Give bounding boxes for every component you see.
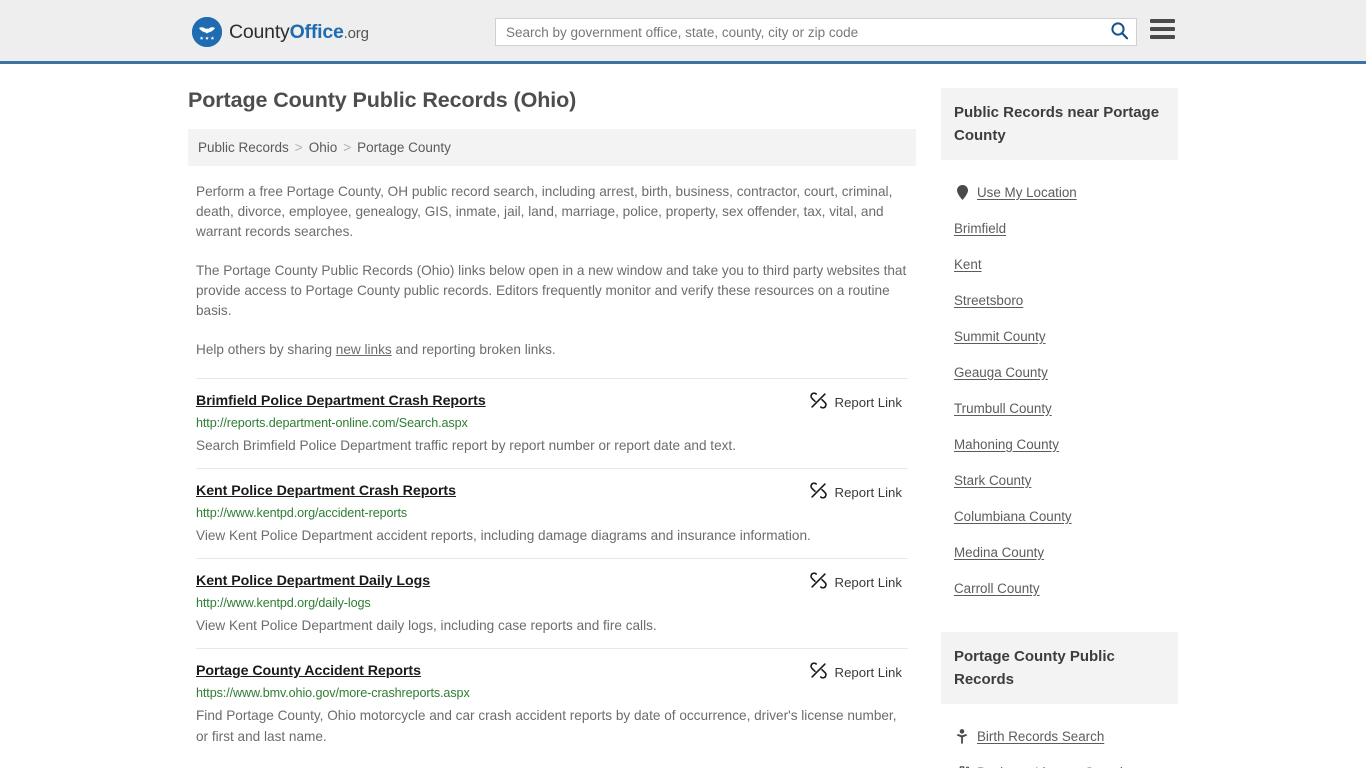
intro-3-prefix: Help others by sharing: [196, 342, 336, 357]
site-logo-link[interactable]: CountyOffice.org: [192, 17, 369, 47]
sidebar-records-link[interactable]: Business License Search: [977, 765, 1127, 768]
sidebar-records-list: Birth Records Search Business License Sea…: [941, 718, 1178, 768]
search-button[interactable]: [1102, 19, 1136, 45]
broken-link-icon: [809, 392, 827, 412]
content-wrapper: Portage County Public Records (Ohio) Pub…: [188, 64, 1178, 768]
result-url: http://www.kentpd.org/accident-reports: [196, 506, 408, 520]
sidebar-card-records: Portage County Public Records Birth Reco…: [941, 632, 1178, 768]
report-link-button[interactable]: Report Link: [809, 572, 902, 592]
sidebar-nearby-link[interactable]: Stark County: [954, 473, 1031, 488]
sidebar-nearby-item: Brimfield: [941, 210, 1178, 246]
sidebar-nearby-link[interactable]: Columbiana County: [954, 509, 1072, 524]
result-url: http://www.kentpd.org/daily-logs: [196, 596, 371, 610]
sidebar-nearby-item: Kent: [941, 246, 1178, 282]
sidebar-nearby-list: Use My Location Brimfield Kent Streetsboro S…: [941, 174, 1178, 606]
search-icon: [1110, 21, 1129, 43]
sidebar-nearby-item: Mahoning County: [941, 426, 1178, 462]
report-link-label: Report Link: [834, 574, 902, 590]
broken-link-icon: [809, 482, 827, 502]
results-list: Brimfield Police Department Crash Report…: [188, 378, 908, 759]
breadcrumb-item-ohio[interactable]: Ohio: [309, 140, 338, 155]
search-bar[interactable]: [495, 18, 1137, 46]
search-input[interactable]: [496, 19, 1102, 45]
sidebar-nearby-link[interactable]: Geauga County: [954, 365, 1048, 380]
result-item: Kent Police Department Crash Reports Repo…: [196, 468, 908, 558]
main-column: Portage County Public Records (Ohio) Pub…: [188, 64, 916, 759]
sidebar-nearby-item: Columbiana County: [941, 498, 1178, 534]
hamburger-bar: [1150, 35, 1175, 39]
result-description: Search Brimfield Police Department traff…: [196, 438, 736, 453]
intro-paragraph-1: Perform a free Portage County, OH public…: [196, 184, 893, 239]
sidebar-heading-nearby: Public Records near Portage County: [941, 88, 1178, 160]
result-description: View Kent Police Department daily logs, …: [196, 618, 657, 633]
hamburger-bar: [1150, 27, 1175, 31]
breadcrumb-separator: >: [343, 140, 352, 155]
result-item: Brimfield Police Department Crash Report…: [196, 378, 908, 468]
sidebar-nearby-item: Medina County: [941, 534, 1178, 570]
result-url: http://reports.department-online.com/Sea…: [196, 416, 468, 430]
sidebar-nearby-link[interactable]: Mahoning County: [954, 437, 1059, 452]
sidebar-nearby-link[interactable]: Kent: [954, 257, 982, 272]
breadcrumb-item-public-records[interactable]: Public Records: [198, 140, 289, 155]
report-link-label: Report Link: [834, 664, 902, 680]
logo-text-county: County: [229, 20, 290, 43]
hamburger-menu-icon[interactable]: [1150, 19, 1175, 39]
eagle-shield-icon: [192, 17, 222, 47]
logo-text-org: .org: [343, 24, 369, 42]
intro-3-suffix: and reporting broken links.: [391, 342, 556, 357]
sidebar-nearby-link[interactable]: Trumbull County: [954, 401, 1052, 416]
broken-link-icon: [809, 572, 827, 592]
sidebar-nearby-item: Summit County: [941, 318, 1178, 354]
result-title-link[interactable]: Kent Police Department Crash Reports: [196, 483, 456, 499]
map-pin-icon: [954, 184, 970, 200]
sidebar-nearby-link[interactable]: Carroll County: [954, 581, 1040, 596]
intro-paragraph-2: The Portage County Public Records (Ohio)…: [196, 263, 907, 318]
sidebar-records-link[interactable]: Birth Records Search: [977, 729, 1104, 744]
result-title-link[interactable]: Brimfield Police Department Crash Report…: [196, 393, 486, 409]
sidebar-nearby-link[interactable]: Brimfield: [954, 221, 1006, 236]
result-item: Portage County Accident Reports Report Li…: [196, 648, 908, 759]
site-header: CountyOffice.org: [0, 0, 1366, 64]
sidebar: Public Records near Portage County Use M…: [941, 64, 1178, 768]
broken-link-icon: [809, 662, 827, 682]
sidebar-records-item: Business License Search: [941, 754, 1178, 768]
site-logo-text: CountyOffice.org: [229, 21, 369, 44]
sidebar-nearby-item: Streetsboro: [941, 282, 1178, 318]
result-description: View Kent Police Department accident rep…: [196, 528, 811, 543]
result-description: Find Portage County, Ohio motorcycle and…: [196, 708, 897, 744]
report-link-label: Report Link: [834, 394, 902, 410]
breadcrumb: Public Records > Ohio > Portage County: [188, 129, 916, 166]
sidebar-card-nearby: Public Records near Portage County Use M…: [941, 88, 1178, 606]
intro-paragraph-3: Help others by sharing new links and rep…: [196, 340, 908, 360]
breadcrumb-item-portage-county[interactable]: Portage County: [357, 140, 451, 155]
report-link-button[interactable]: Report Link: [809, 392, 902, 412]
result-title-link[interactable]: Kent Police Department Daily Logs: [196, 573, 430, 589]
sidebar-nearby-item: Stark County: [941, 462, 1178, 498]
header-inner: CountyOffice.org: [0, 0, 1366, 61]
sidebar-records-item: Birth Records Search: [941, 718, 1178, 754]
sidebar-nearby-link[interactable]: Summit County: [954, 329, 1046, 344]
breadcrumb-separator: >: [294, 140, 303, 155]
report-link-label: Report Link: [834, 484, 902, 500]
sidebar-nearby-link[interactable]: Streetsboro: [954, 293, 1023, 308]
sidebar-nearby-link[interactable]: Medina County: [954, 545, 1044, 560]
new-links-link[interactable]: new links: [336, 342, 392, 357]
sidebar-nearby-item: Carroll County: [941, 570, 1178, 606]
report-link-button[interactable]: Report Link: [809, 662, 902, 682]
logo-text-office: Office: [289, 20, 344, 43]
report-link-button[interactable]: Report Link: [809, 482, 902, 502]
sidebar-heading-records: Portage County Public Records: [941, 632, 1178, 704]
sidebar-nearby-item: Geauga County: [941, 354, 1178, 390]
result-url: https://www.bmv.ohio.gov/more-crashrepor…: [196, 686, 470, 700]
baby-icon: [954, 728, 970, 744]
result-item: Kent Police Department Daily Logs Report …: [196, 558, 908, 648]
sidebar-nearby-item: Use My Location: [941, 174, 1178, 210]
sidebar-nearby-link[interactable]: Use My Location: [977, 185, 1077, 200]
sidebar-nearby-item: Trumbull County: [941, 390, 1178, 426]
page-body: Portage County Public Records (Ohio) Pub…: [0, 64, 1366, 768]
page-title: Portage County Public Records (Ohio): [188, 88, 577, 112]
result-title-link[interactable]: Portage County Accident Reports: [196, 663, 421, 679]
hamburger-bar: [1150, 19, 1175, 23]
